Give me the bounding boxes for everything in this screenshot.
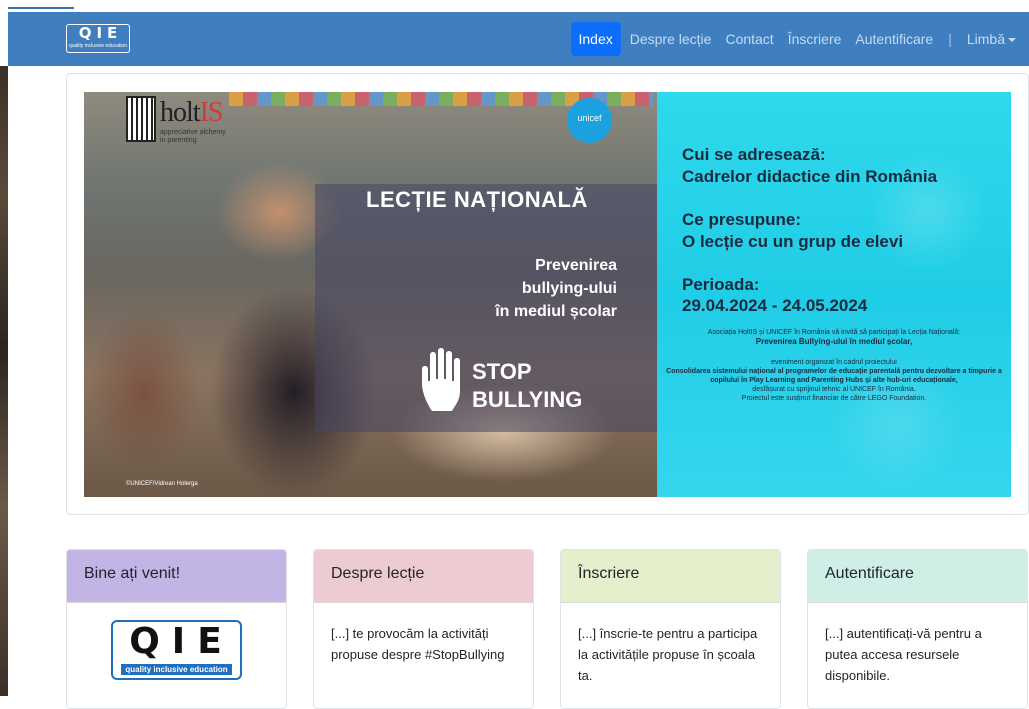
- nav-autentificare[interactable]: Autentificare: [848, 22, 940, 56]
- invite-line-2: Prevenirea Bullying-ului în mediul școla…: [755, 337, 913, 346]
- holtis-wordmark: holtIS: [160, 96, 224, 130]
- nav-contact[interactable]: Contact: [718, 22, 780, 56]
- chevron-down-icon: [1008, 38, 1016, 43]
- info-panel: Cui se adresează: Cadrelor didactice din…: [657, 92, 1011, 497]
- project-description: Consolidarea sistemului național al prog…: [666, 368, 1002, 384]
- invite-text: Asociația HoltIS și UNICEF în România vă…: [665, 328, 1003, 346]
- requirement-label: Ce presupune:: [682, 210, 802, 229]
- language-label: Limbă: [966, 31, 1005, 47]
- nav-inscriere[interactable]: Înscriere: [781, 22, 849, 56]
- language-dropdown[interactable]: Limbă: [960, 22, 1023, 56]
- audience-label: Cui se adresează:: [682, 145, 826, 164]
- holtis-word-prefix: holt: [160, 97, 201, 128]
- invite-line-1: Asociația HoltIS și UNICEF în România vă…: [707, 329, 961, 336]
- card-text-login: [...] autentificați-vă pentru a putea ac…: [825, 626, 982, 683]
- brand-logo[interactable]: QIE quality inclusive education: [66, 24, 130, 53]
- project-intro: eveniment organizat în cadrul proiectulu…: [771, 359, 897, 366]
- card-welcome: Bine ați venit! QIE quality inclusive ed…: [66, 549, 287, 709]
- holtis-mark-icon: [126, 96, 156, 142]
- qie-logo: QIE quality inclusive education: [111, 620, 242, 680]
- prevention-line-2: bullying-ului: [521, 280, 617, 297]
- project-text: eveniment organizat în cadrul proiectulu…: [665, 358, 1003, 403]
- prevention-text: Prevenirea bullying-ului în mediul școla…: [417, 254, 617, 323]
- card-registration[interactable]: Înscriere [...] înscrie-te pentru a part…: [560, 549, 781, 709]
- prevention-line-1: Prevenirea: [535, 257, 617, 274]
- nav-despre-lectie[interactable]: Despre lecție: [623, 22, 719, 56]
- stop-line-2: BULLYING: [472, 387, 583, 412]
- lesson-banner[interactable]: holtIS appreciative alchemy in parenting…: [84, 92, 1011, 497]
- card-text-about: [...] te provocăm la activități propuse …: [331, 626, 505, 662]
- card-header-registration: Înscriere: [561, 550, 780, 603]
- card-header-about: Despre lecție: [314, 550, 533, 603]
- top-divider-line: [8, 7, 74, 9]
- holtis-tagline: appreciative alchemy in parenting: [160, 129, 226, 144]
- top-navbar: QIE quality inclusive education Index De…: [8, 12, 1029, 66]
- card-text-registration: [...] înscrie-te pentru a participa la a…: [578, 626, 758, 683]
- card-header-welcome: Bine ați venit!: [67, 550, 286, 603]
- support-line-2: Proiectul este susținut financiar de căt…: [741, 395, 927, 402]
- holtis-word-suffix: IS: [199, 97, 224, 128]
- nav-index[interactable]: Index: [570, 22, 621, 56]
- period-value: 29.04.2024 - 24.05.2024: [682, 296, 868, 315]
- nav-menu: Index Despre lecție Contact Înscriere Au…: [570, 22, 1024, 56]
- stop-hand-icon: [422, 348, 460, 411]
- period-label: Perioada:: [682, 275, 760, 294]
- requirement-value: O lecție cu un grup de elevi: [682, 232, 904, 251]
- banner-card: holtIS appreciative alchemy in parenting…: [66, 73, 1029, 515]
- brand-letters: QIE: [78, 24, 123, 42]
- support-line-1: desfășurat cu sprijinul tehnic al UNICEF…: [752, 386, 916, 393]
- lesson-title: LECȚIE NAȚIONALĂ: [366, 187, 588, 212]
- card-about[interactable]: Despre lecție [...] te provocăm la activ…: [313, 549, 534, 709]
- card-login[interactable]: Autentificare [...] autentificați-vă pen…: [807, 549, 1028, 709]
- audience-value: Cadrelor didactice din România: [682, 167, 938, 186]
- nav-separator: |: [948, 31, 952, 47]
- background-edge-strip: [0, 66, 8, 696]
- photo-credit: ©UNICEF/Vidrean Holerga: [126, 481, 198, 487]
- unicef-logo: unicef: [567, 98, 612, 143]
- prevention-line-3: în mediul școlar: [495, 303, 617, 320]
- holtis-logo: holtIS appreciative alchemy in parenting: [126, 96, 226, 148]
- qie-logo-tagline: quality inclusive education: [121, 664, 232, 675]
- qie-logo-letters: QIE: [129, 621, 234, 662]
- brand-tagline: quality inclusive education: [68, 43, 128, 49]
- card-header-login: Autentificare: [808, 550, 1027, 603]
- classroom-photo: holtIS appreciative alchemy in parenting…: [84, 92, 657, 497]
- stop-bullying-text: STOP BULLYING: [472, 358, 582, 414]
- stop-line-1: STOP: [472, 359, 532, 384]
